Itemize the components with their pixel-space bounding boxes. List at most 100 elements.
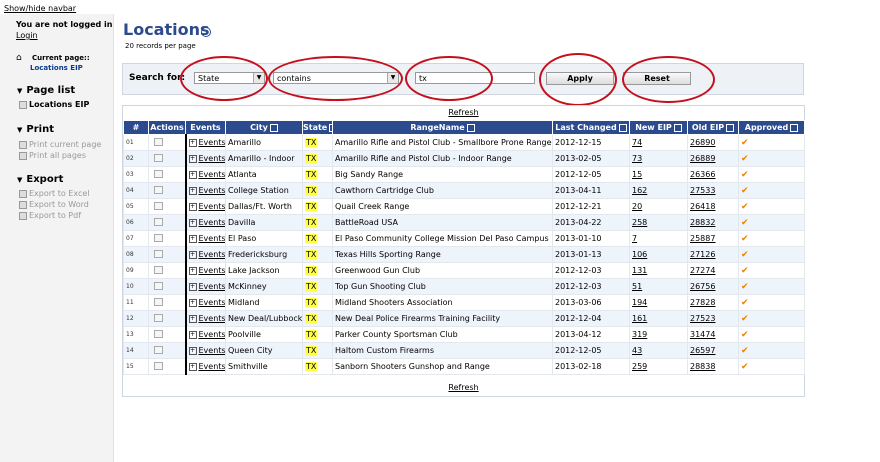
- events-link[interactable]: Events: [199, 362, 225, 371]
- events-link[interactable]: Events: [199, 298, 225, 307]
- old-eip-link[interactable]: 27126: [690, 250, 715, 259]
- plus-icon[interactable]: +: [188, 346, 197, 355]
- nav-item-locations-eip[interactable]: Locations EIP: [19, 100, 89, 109]
- events-link[interactable]: Events: [199, 330, 225, 339]
- old-eip-link[interactable]: 26889: [690, 154, 715, 163]
- new-eip-link[interactable]: 7: [632, 234, 637, 243]
- plus-icon[interactable]: +: [188, 154, 197, 163]
- new-eip-link[interactable]: 15: [632, 170, 642, 179]
- old-eip-link[interactable]: 26756: [690, 282, 715, 291]
- old-eip-link[interactable]: 26418: [690, 202, 715, 211]
- sort-icon[interactable]: [790, 123, 799, 132]
- events-link[interactable]: Events: [199, 186, 225, 195]
- old-eip-link[interactable]: 31474: [690, 330, 715, 339]
- events-link[interactable]: Events: [199, 282, 225, 291]
- new-eip-link[interactable]: 51: [632, 282, 642, 291]
- search-operator-select[interactable]: contains ▼: [273, 72, 399, 84]
- login-link[interactable]: Login: [16, 31, 38, 40]
- events-link[interactable]: Events: [199, 346, 225, 355]
- col-header-new-eip[interactable]: New EIP: [629, 120, 688, 135]
- search-input[interactable]: [415, 72, 535, 84]
- edit-icon[interactable]: [154, 297, 163, 306]
- show-hide-navbar-link[interactable]: Show/hide navbar: [4, 4, 76, 13]
- sort-icon[interactable]: [726, 123, 735, 132]
- edit-icon[interactable]: [154, 137, 163, 146]
- new-eip-link[interactable]: 131: [632, 266, 647, 275]
- nav-item-export-excel[interactable]: Export to Excel: [19, 189, 90, 198]
- refresh-link-bottom[interactable]: Refresh: [123, 383, 804, 392]
- edit-icon[interactable]: [154, 233, 163, 242]
- plus-icon[interactable]: +: [188, 250, 197, 259]
- col-header-old-eip[interactable]: Old EIP: [687, 120, 739, 135]
- sort-icon[interactable]: [673, 123, 682, 132]
- edit-icon[interactable]: [154, 265, 163, 274]
- events-link[interactable]: Events: [199, 154, 225, 163]
- edit-icon[interactable]: [154, 313, 163, 322]
- plus-icon[interactable]: +: [188, 138, 197, 147]
- edit-icon[interactable]: [154, 329, 163, 338]
- apply-button[interactable]: Apply: [546, 72, 614, 85]
- new-eip-link[interactable]: 259: [632, 362, 647, 371]
- events-link[interactable]: Events: [199, 250, 225, 259]
- old-eip-link[interactable]: 26597: [690, 346, 715, 355]
- old-eip-link[interactable]: 27828: [690, 298, 715, 307]
- events-link[interactable]: Events: [199, 314, 225, 323]
- col-header-rangename[interactable]: RangeName: [332, 120, 553, 135]
- old-eip-link[interactable]: 27274: [690, 266, 715, 275]
- new-eip-link[interactable]: 194: [632, 298, 647, 307]
- plus-icon[interactable]: +: [188, 314, 197, 323]
- old-eip-link[interactable]: 28832: [690, 218, 715, 227]
- new-eip-link[interactable]: 43: [632, 346, 642, 355]
- new-eip-link[interactable]: 258: [632, 218, 647, 227]
- edit-icon[interactable]: [154, 185, 163, 194]
- edit-icon[interactable]: [154, 217, 163, 226]
- plus-icon[interactable]: +: [188, 234, 197, 243]
- sort-icon[interactable]: [466, 123, 475, 132]
- new-eip-link[interactable]: 74: [632, 138, 642, 147]
- section-page-list[interactable]: ▼ Page list: [17, 85, 75, 96]
- plus-icon[interactable]: +: [188, 362, 197, 371]
- col-header-city[interactable]: City: [225, 120, 303, 135]
- help-icon[interactable]: [201, 27, 211, 37]
- events-link[interactable]: Events: [199, 266, 225, 275]
- new-eip-link[interactable]: 319: [632, 330, 647, 339]
- events-link[interactable]: Events: [199, 170, 225, 179]
- plus-icon[interactable]: +: [188, 282, 197, 291]
- edit-icon[interactable]: [154, 345, 163, 354]
- edit-icon[interactable]: [154, 169, 163, 178]
- events-link[interactable]: Events: [199, 202, 225, 211]
- search-field-select[interactable]: State ▼: [194, 72, 265, 84]
- events-link[interactable]: Events: [199, 234, 225, 243]
- plus-icon[interactable]: +: [188, 218, 197, 227]
- edit-icon[interactable]: [154, 153, 163, 162]
- plus-icon[interactable]: +: [188, 186, 197, 195]
- old-eip-link[interactable]: 26890: [690, 138, 715, 147]
- plus-icon[interactable]: +: [188, 170, 197, 179]
- edit-icon[interactable]: [154, 361, 163, 370]
- new-eip-link[interactable]: 162: [632, 186, 647, 195]
- nav-item-print-all[interactable]: Print all pages: [19, 151, 86, 160]
- events-link[interactable]: Events: [199, 218, 225, 227]
- plus-icon[interactable]: +: [188, 330, 197, 339]
- new-eip-link[interactable]: 106: [632, 250, 647, 259]
- old-eip-link[interactable]: 25887: [690, 234, 715, 243]
- plus-icon[interactable]: +: [188, 266, 197, 275]
- refresh-link-top[interactable]: Refresh: [123, 108, 804, 117]
- col-header-last-changed[interactable]: Last Changed: [552, 120, 630, 135]
- nav-item-export-word[interactable]: Export to Word: [19, 200, 89, 209]
- nav-item-print-current[interactable]: Print current page: [19, 140, 101, 149]
- events-link[interactable]: Events: [199, 138, 225, 147]
- edit-icon[interactable]: [154, 201, 163, 210]
- old-eip-link[interactable]: 26366: [690, 170, 715, 179]
- new-eip-link[interactable]: 73: [632, 154, 642, 163]
- nav-item-export-pdf[interactable]: Export to Pdf: [19, 211, 81, 220]
- old-eip-link[interactable]: 27533: [690, 186, 715, 195]
- reset-button[interactable]: Reset: [623, 72, 691, 85]
- edit-icon[interactable]: [154, 249, 163, 258]
- new-eip-link[interactable]: 161: [632, 314, 647, 323]
- sort-icon[interactable]: [269, 123, 278, 132]
- old-eip-link[interactable]: 28838: [690, 362, 715, 371]
- edit-icon[interactable]: [154, 281, 163, 290]
- new-eip-link[interactable]: 20: [632, 202, 642, 211]
- section-export[interactable]: ▼ Export: [17, 174, 63, 185]
